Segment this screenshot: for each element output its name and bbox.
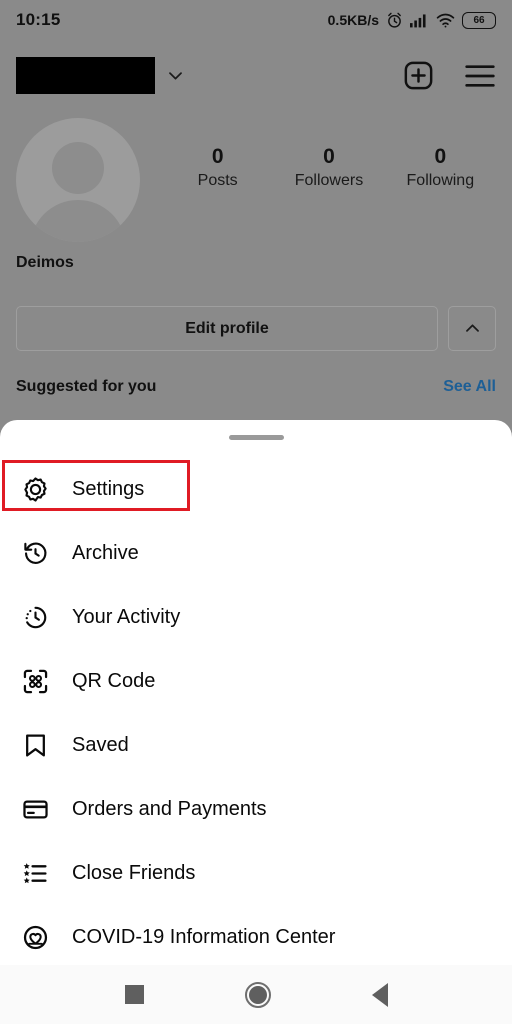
edit-profile-button[interactable]: Edit profile bbox=[16, 306, 438, 351]
hamburger-menu-icon[interactable] bbox=[464, 64, 496, 88]
stat-followers[interactable]: 0 Followers bbox=[273, 144, 384, 190]
stat-following-label: Following bbox=[406, 172, 475, 190]
stat-posts-label: Posts bbox=[197, 172, 238, 190]
battery-level-label: 66 bbox=[473, 14, 485, 26]
status-bar-indicators: 0.5KB/s 66 bbox=[327, 11, 496, 29]
menu-item-saved[interactable]: Saved bbox=[0, 713, 512, 777]
stat-followers-count: 0 bbox=[323, 145, 335, 168]
square-recents-icon[interactable] bbox=[124, 985, 144, 1004]
suggested-title: Suggested for you bbox=[16, 378, 157, 395]
profile-stats: 0 Posts 0 Followers 0 Following bbox=[162, 118, 496, 190]
menu-item-orders-and-payments[interactable]: Orders and Payments bbox=[0, 777, 512, 841]
username-label[interactable] bbox=[16, 57, 155, 94]
menu-item-saved-label: Saved bbox=[72, 733, 129, 756]
menu-item-covid-19-information-center-label: COVID-19 Information Center bbox=[72, 925, 336, 948]
credit-card-icon bbox=[20, 794, 50, 824]
archive-clock-icon bbox=[20, 538, 50, 568]
star-list-icon bbox=[20, 858, 50, 888]
expand-suggestions-button[interactable] bbox=[448, 306, 496, 351]
circle-home-icon[interactable] bbox=[244, 981, 271, 1008]
drag-handle[interactable] bbox=[228, 435, 284, 440]
menu-item-close-friends-label: Close Friends bbox=[72, 861, 196, 884]
sheet-menu-list: Settings Archive Your Activity QR Code S… bbox=[0, 457, 512, 969]
default-avatar-icon[interactable] bbox=[16, 118, 140, 242]
bookmark-icon bbox=[20, 730, 50, 760]
triangle-back-icon[interactable] bbox=[371, 982, 388, 1007]
menu-item-settings[interactable]: Settings bbox=[0, 457, 512, 521]
profile-actions: Edit profile bbox=[0, 306, 512, 351]
battery-indicator: 66 bbox=[462, 11, 496, 29]
chevron-up-icon bbox=[465, 324, 479, 332]
chevron-down-icon[interactable] bbox=[166, 66, 185, 85]
stat-following-count: 0 bbox=[434, 145, 447, 168]
cellular-signal-icon bbox=[410, 13, 426, 27]
stat-following[interactable]: 0 Following bbox=[385, 144, 496, 190]
menu-item-archive[interactable]: Archive bbox=[0, 521, 512, 585]
suggested-section-header: Suggested for you See All bbox=[0, 378, 512, 396]
avatar-head bbox=[52, 142, 104, 194]
menu-item-archive-label: Archive bbox=[72, 541, 139, 564]
menu-item-your-activity[interactable]: Your Activity bbox=[0, 585, 512, 649]
see-all-link[interactable]: See All bbox=[443, 378, 496, 396]
profile-header: 0 Posts 0 Followers 0 Following bbox=[0, 118, 512, 242]
menu-item-orders-and-payments-label: Orders and Payments bbox=[72, 797, 267, 820]
stat-posts-count: 0 bbox=[211, 145, 224, 168]
heart-circle-icon bbox=[20, 922, 50, 952]
stat-followers-label: Followers bbox=[294, 172, 364, 190]
qr-code-icon bbox=[20, 666, 50, 696]
status-bar-clock: 10:15 bbox=[16, 10, 61, 29]
android-nav-bar bbox=[0, 965, 512, 1024]
menu-item-covid-19-information-center[interactable]: COVID-19 Information Center bbox=[0, 905, 512, 969]
gear-icon bbox=[20, 474, 50, 504]
plus-square-icon[interactable] bbox=[403, 60, 434, 91]
stat-posts[interactable]: 0 Posts bbox=[162, 144, 273, 190]
wifi-icon bbox=[436, 13, 455, 27]
settings-bottom-sheet: Settings Archive Your Activity QR Code S… bbox=[0, 420, 512, 965]
menu-item-your-activity-label: Your Activity bbox=[72, 605, 181, 628]
alarm-icon bbox=[388, 12, 401, 28]
activity-clock-icon bbox=[20, 602, 50, 632]
menu-item-qr-code-label: QR Code bbox=[72, 669, 156, 692]
app-bar-actions bbox=[403, 60, 496, 91]
menu-item-qr-code[interactable]: QR Code bbox=[0, 649, 512, 713]
status-bar: 10:15 0.5KB/s 66 bbox=[0, 0, 512, 40]
network-speed-label: 0.5KB/s bbox=[327, 12, 379, 28]
app-bar bbox=[0, 48, 512, 103]
menu-item-close-friends[interactable]: Close Friends bbox=[0, 841, 512, 905]
profile-display-name: Deimos bbox=[16, 254, 74, 271]
avatar-body bbox=[30, 200, 126, 242]
menu-item-settings-label: Settings bbox=[72, 477, 145, 500]
